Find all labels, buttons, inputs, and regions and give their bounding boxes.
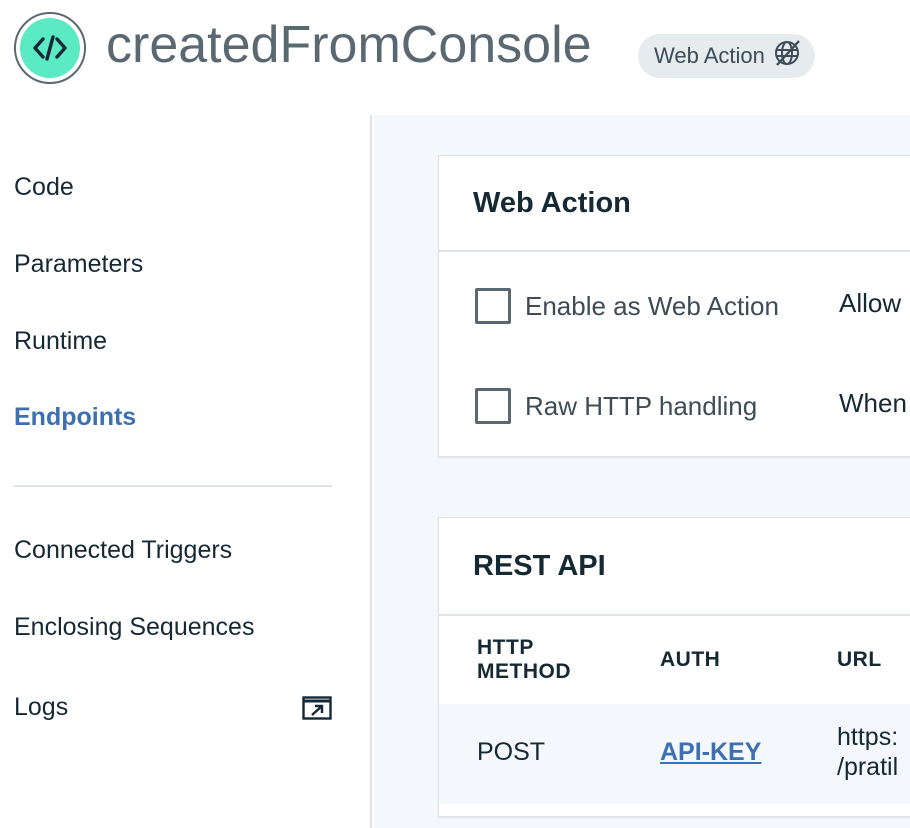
rest-api-card: REST API HTTP METHOD AUTH URL POST API-K… [438, 517, 910, 817]
enable-web-action-option[interactable]: Enable as Web Action [475, 288, 779, 324]
sidebar-divider [14, 485, 332, 487]
raw-http-description: When [839, 388, 907, 418]
external-link-icon[interactable] [302, 696, 332, 720]
auth-api-key-link[interactable]: API-KEY [660, 738, 761, 767]
column-header-http-method-line1: HTTP [477, 636, 534, 659]
action-logo [14, 12, 86, 84]
enable-web-action-label: Enable as Web Action [525, 290, 779, 321]
sidebar: Code Parameters Runtime Endpoints Connec… [0, 115, 372, 828]
raw-http-checkbox[interactable] [475, 388, 511, 424]
raw-http-label: Raw HTTP handling [525, 390, 758, 421]
enable-web-action-description: Allow [839, 288, 902, 318]
page-title: createdFromConsole [106, 16, 592, 74]
cell-url-line1: https: [837, 723, 899, 751]
web-action-card-header: Web Action [439, 156, 910, 252]
web-action-off-icon [773, 39, 801, 73]
sidebar-item-logs[interactable]: Logs [14, 693, 68, 722]
web-action-card-title: Web Action [473, 186, 631, 219]
web-action-badge: Web Action [638, 34, 815, 78]
cell-url[interactable]: https: /pratil [837, 722, 898, 782]
column-header-http-method-line2: METHOD [477, 660, 571, 683]
column-header-url: URL [837, 648, 882, 671]
column-header-http-method: HTTP METHOD [477, 636, 571, 684]
sidebar-item-connected-triggers[interactable]: Connected Triggers [14, 536, 232, 565]
code-brackets-icon [20, 18, 80, 78]
main-content: Web Action Enable as Web Action Allow Ra… [374, 115, 910, 828]
sidebar-item-runtime[interactable]: Runtime [14, 327, 107, 356]
cell-url-line2: /pratil [837, 753, 899, 781]
column-header-auth: AUTH [660, 648, 721, 671]
cell-method: POST [477, 738, 546, 766]
badge-label: Web Action [654, 43, 765, 68]
rest-api-card-header: REST API [439, 518, 910, 616]
table-row: POST API-KEY https: /pratil [439, 704, 910, 804]
sidebar-item-endpoints[interactable]: Endpoints [14, 403, 136, 432]
enable-web-action-checkbox[interactable] [475, 288, 511, 324]
rest-api-card-title: REST API [473, 549, 606, 582]
raw-http-option[interactable]: Raw HTTP handling [475, 388, 757, 424]
sidebar-item-parameters[interactable]: Parameters [14, 250, 143, 279]
sidebar-item-code[interactable]: Code [14, 173, 74, 202]
page-header: createdFromConsole Web Action [0, 0, 910, 115]
sidebar-item-enclosing-sequences[interactable]: Enclosing Sequences [14, 613, 254, 642]
web-action-card: Web Action Enable as Web Action Allow Ra… [438, 155, 910, 457]
